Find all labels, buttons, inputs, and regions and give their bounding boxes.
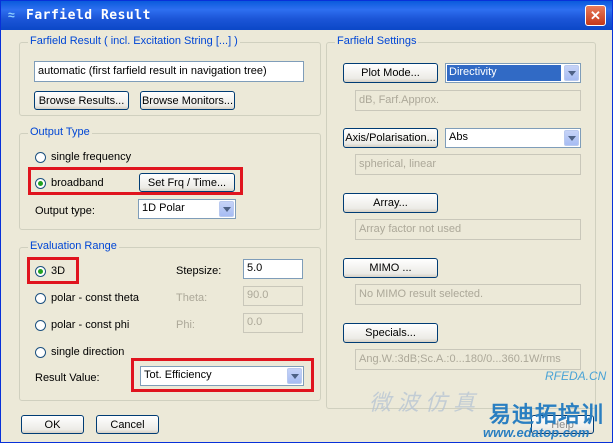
polar-const-theta-radio[interactable] [35, 293, 46, 304]
array-info: Array factor not used [355, 219, 581, 240]
theta-label: Theta: [176, 292, 208, 304]
plot-mode-value: Directivity [447, 65, 561, 81]
theta-input: 90.0 [243, 286, 303, 306]
watermark-cn1: 微波仿真 [369, 391, 482, 416]
chevron-down-icon[interactable] [219, 201, 234, 217]
phi-input: 0.0 [243, 313, 303, 333]
single-frequency-radio[interactable] [35, 152, 46, 163]
polar-const-phi-radio[interactable] [35, 320, 46, 331]
single-direction-radio[interactable] [35, 347, 46, 358]
axis-value: Abs [449, 131, 468, 143]
stepsize-label: Stepsize: [176, 265, 222, 277]
farfield-result-legend: Farfield Result ( incl. Excitation Strin… [28, 35, 240, 47]
axis-select[interactable]: Abs [445, 128, 581, 148]
mimo-button[interactable]: MIMO ... [343, 258, 438, 278]
output-type-label: Output type: [35, 205, 95, 217]
output-type-legend: Output Type [28, 126, 92, 138]
evaluation-range-legend: Evaluation Range [28, 240, 119, 252]
farfield-result-dialog: ≈ Farfield Result ✕ Farfield Result ( in… [0, 0, 613, 443]
broadband-radio[interactable] [35, 178, 46, 189]
chevron-down-icon[interactable] [287, 368, 302, 384]
specials-info: Ang.W.:3dB;Sc.A.:0...180/0...360.1W/rms [355, 349, 581, 370]
result-value-select[interactable]: Tot. Efficiency [140, 366, 304, 386]
close-button[interactable]: ✕ [585, 5, 606, 26]
3d-label[interactable]: 3D [51, 265, 65, 277]
stepsize-input[interactable]: 5.0 [243, 259, 303, 279]
polar-const-theta-label[interactable]: polar - const theta [51, 292, 139, 304]
browse-results-button[interactable]: Browse Results... [34, 91, 129, 110]
browse-monitors-button[interactable]: Browse Monitors... [140, 91, 235, 110]
farfield-app-icon: ≈ [8, 8, 15, 22]
phi-label: Phi: [176, 319, 195, 331]
output-type-value: 1D Polar [142, 202, 185, 214]
chevron-down-icon[interactable] [564, 130, 579, 146]
specials-button[interactable]: Specials... [343, 323, 438, 343]
plot-mode-select[interactable]: Directivity [445, 63, 581, 83]
output-type-select[interactable]: 1D Polar [138, 199, 236, 219]
cancel-button[interactable]: Cancel [96, 415, 159, 434]
watermark-site2: www.edatop.com [483, 425, 590, 440]
broadband-label[interactable]: broadband [51, 177, 104, 189]
watermark-site1: RFEDA.CN [545, 369, 607, 383]
plot-mode-info: dB, Farf.Approx. [355, 90, 581, 111]
plot-mode-button[interactable]: Plot Mode... [343, 63, 438, 83]
single-frequency-label[interactable]: single frequency [51, 151, 131, 163]
ok-button[interactable]: OK [21, 415, 84, 434]
polar-const-phi-label[interactable]: polar - const phi [51, 319, 129, 331]
chevron-down-icon[interactable] [564, 65, 579, 81]
set-frq-time-button[interactable]: Set Frq / Time... [139, 173, 235, 192]
farfield-settings-legend: Farfield Settings [335, 35, 419, 47]
result-value-value: Tot. Efficiency [144, 369, 212, 381]
axis-polarisation-button[interactable]: Axis/Polarisation... [343, 128, 438, 148]
3d-radio[interactable] [35, 266, 46, 277]
title-bar[interactable]: ≈ Farfield Result ✕ [1, 1, 612, 30]
result-value-label: Result Value: [35, 372, 100, 384]
window-title: Farfield Result [26, 8, 151, 23]
axis-info: spherical, linear [355, 154, 581, 175]
array-button[interactable]: Array... [343, 193, 438, 213]
single-direction-label[interactable]: single direction [51, 346, 124, 358]
farfield-result-field[interactable]: automatic (first farfield result in navi… [34, 61, 304, 82]
mimo-info: No MIMO result selected. [355, 284, 581, 305]
